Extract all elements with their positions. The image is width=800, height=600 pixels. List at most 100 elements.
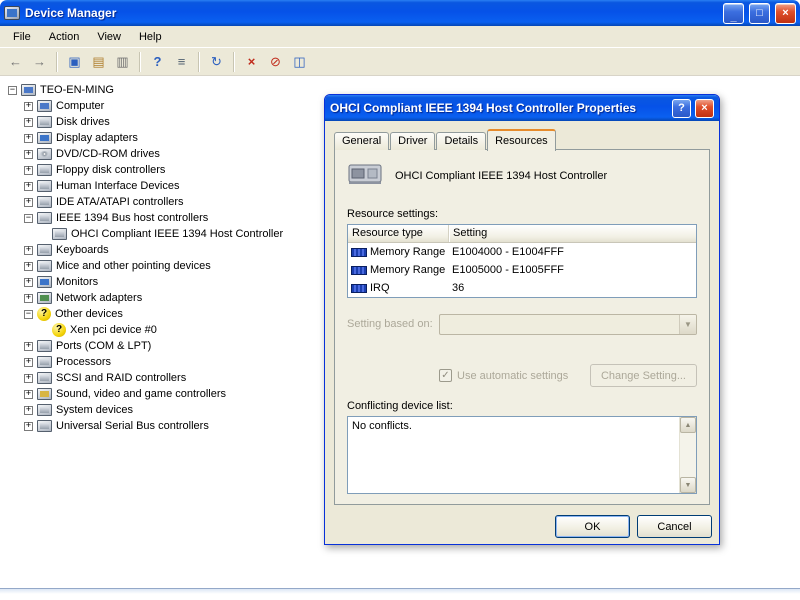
forward-button[interactable]: → — [28, 51, 51, 73]
collapse-icon[interactable]: − — [24, 310, 33, 319]
expand-icon[interactable]: + — [24, 342, 33, 351]
back-button[interactable]: ← — [4, 51, 27, 73]
show-console-tree-button[interactable]: ▣ — [63, 51, 86, 73]
resource-setting: E1004000 - E1004FFF — [449, 246, 696, 258]
conflict-list-scrollbar[interactable]: ▲ ▼ — [679, 417, 696, 493]
automatic-settings-row: ✓ Use automatic settings Change Setting.… — [439, 364, 697, 387]
system-icon — [37, 404, 52, 416]
uninstall-button[interactable]: × — [240, 51, 263, 73]
resource-rows: Memory RangeE1004000 - E1004FFFMemory Ra… — [348, 243, 696, 297]
maximize-button[interactable]: □ — [749, 3, 770, 24]
resource-type: IRQ — [370, 282, 390, 294]
expand-icon[interactable]: + — [24, 246, 33, 255]
menu-file[interactable]: File — [4, 28, 40, 46]
update-driver-button[interactable]: ↻ — [205, 51, 228, 73]
floppy-icon — [37, 164, 52, 176]
toolbar-separator — [139, 52, 141, 72]
keyboard-icon — [37, 244, 52, 256]
tab-general[interactable]: General — [334, 132, 389, 150]
scroll-up-icon[interactable]: ▲ — [680, 417, 696, 433]
combo-dropdown-arrow-icon[interactable]: ▼ — [679, 315, 696, 334]
scroll-down-icon[interactable]: ▼ — [680, 477, 696, 493]
resource-row[interactable]: Memory RangeE1005000 - E1005FFF — [348, 261, 696, 279]
expand-icon[interactable]: + — [24, 166, 33, 175]
toolbar-separator — [198, 52, 200, 72]
export-list-button[interactable]: ≡ — [170, 51, 193, 73]
expand-icon[interactable]: + — [24, 150, 33, 159]
listview-header: Resource type Setting — [348, 225, 696, 243]
cancel-button[interactable]: Cancel — [637, 515, 712, 538]
expand-icon[interactable]: + — [24, 422, 33, 431]
device-manager-app-icon — [4, 6, 20, 20]
expand-icon[interactable]: + — [24, 294, 33, 303]
network-icon — [37, 292, 52, 304]
expand-icon[interactable]: + — [24, 390, 33, 399]
dialog-help-button[interactable]: ? — [672, 99, 691, 118]
print-button[interactable]: ▥ — [111, 51, 134, 73]
expand-icon[interactable]: + — [24, 374, 33, 383]
ieee1394-controller-icon — [347, 160, 383, 191]
properties-button[interactable]: ▤ — [87, 51, 110, 73]
tree-item-label: Monitors — [56, 276, 98, 288]
menu-help[interactable]: Help — [130, 28, 171, 46]
expand-icon[interactable]: + — [24, 182, 33, 191]
tab-resources[interactable]: Resources — [487, 129, 556, 151]
menu-view[interactable]: View — [88, 28, 130, 46]
expand-icon[interactable]: + — [24, 102, 33, 111]
column-header-resource-type[interactable]: Resource type — [348, 225, 449, 242]
column-header-setting[interactable]: Setting — [449, 225, 696, 242]
tab-driver[interactable]: Driver — [390, 132, 435, 150]
processor-icon — [37, 356, 52, 368]
tree-item-label: Universal Serial Bus controllers — [56, 420, 209, 432]
tree-item-label: Network adapters — [56, 292, 142, 304]
dialog-close-button[interactable]: × — [695, 99, 714, 118]
collapse-icon[interactable]: − — [8, 86, 17, 95]
disk-icon — [37, 116, 52, 128]
resource-chip-icon — [351, 248, 367, 257]
hid-icon — [37, 180, 52, 192]
dialog-titlebar: OHCI Compliant IEEE 1394 Host Controller… — [325, 95, 719, 121]
change-setting-button[interactable]: Change Setting... — [590, 364, 697, 387]
tree-item-label: Sound, video and game controllers — [56, 388, 226, 400]
i1394-icon — [37, 212, 52, 224]
close-button[interactable]: × — [775, 3, 796, 24]
expand-icon[interactable]: + — [24, 358, 33, 367]
tree-item-label: Other devices — [55, 308, 123, 320]
device-header: OHCI Compliant IEEE 1394 Host Controller — [347, 160, 697, 191]
collapse-icon[interactable]: − — [24, 214, 33, 223]
tree-item-label: Floppy disk controllers — [56, 164, 165, 176]
sound-icon — [37, 388, 52, 400]
setting-based-on-combo[interactable]: ▼ — [439, 314, 697, 335]
tree-item-label: DVD/CD-ROM drives — [56, 148, 160, 160]
resource-row[interactable]: IRQ 36 — [348, 279, 696, 297]
mouse-icon — [37, 260, 52, 272]
resource-row[interactable]: Memory Range E1004000 - E1004FFF — [348, 243, 696, 261]
use-automatic-settings-checkbox[interactable]: ✓ — [439, 369, 452, 382]
dialog-buttons: OK Cancel — [555, 515, 712, 538]
resource-setting: 36 — [449, 282, 696, 294]
expand-icon[interactable]: + — [24, 134, 33, 143]
expand-icon[interactable]: + — [24, 406, 33, 415]
resources-tab-panel: OHCI Compliant IEEE 1394 Host Controller… — [334, 149, 710, 505]
menu-action[interactable]: Action — [40, 28, 89, 46]
tree-item-label: TEO-EN-MING — [40, 84, 114, 96]
tab-details[interactable]: Details — [436, 132, 486, 150]
resource-setting: E1005000 - E1005FFF — [449, 264, 696, 276]
help-button[interactable]: ? — [146, 51, 169, 73]
disable-button[interactable]: ⊘ — [264, 51, 287, 73]
conflicting-device-list[interactable]: No conflicts. ▲ ▼ — [347, 416, 697, 494]
resource-type: Memory Range — [370, 246, 445, 258]
tree-item-label: Display adapters — [56, 132, 138, 144]
conflicts-text: No conflicts. — [348, 417, 679, 493]
minimize-button[interactable]: _ — [723, 3, 744, 24]
expand-icon[interactable]: + — [24, 118, 33, 127]
expand-icon[interactable]: + — [24, 262, 33, 271]
expand-icon[interactable]: + — [24, 198, 33, 207]
tab-strip: GeneralDriverDetailsResources — [334, 128, 556, 150]
tree-item-label: IDE ATA/ATAPI controllers — [56, 196, 184, 208]
expand-icon[interactable]: + — [24, 278, 33, 287]
ok-button[interactable]: OK — [555, 515, 630, 538]
device-manager-window: Device Manager _ □ × FileActionViewHelp … — [0, 0, 800, 600]
scan-hardware-button[interactable]: ◫ — [288, 51, 311, 73]
resource-listview: Resource type Setting Memory Range E10040… — [347, 224, 697, 298]
